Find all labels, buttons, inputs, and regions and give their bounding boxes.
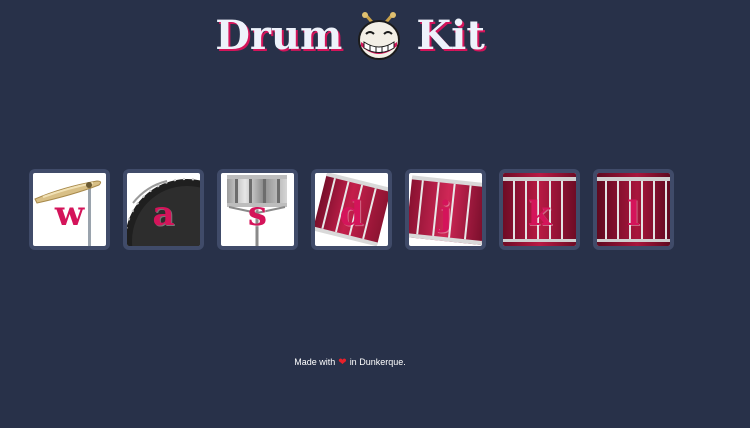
drum-key-j[interactable]: j <box>405 169 486 250</box>
drum-keys: w a s d j k l <box>29 169 679 250</box>
heart-icon: ❤ <box>338 357 347 368</box>
drum-key-d[interactable]: d <box>311 169 392 250</box>
key-letter-k: k <box>527 194 552 234</box>
key-letter-s: s <box>247 194 268 234</box>
key-letter-a: a <box>152 194 175 234</box>
title-word-drum: Drum <box>215 12 343 59</box>
drum-key-a[interactable]: a <box>123 169 204 250</box>
footer-prefix: Made with <box>294 357 336 367</box>
footer: Made with ❤ in Dunkerque. <box>0 357 700 368</box>
drum-key-k[interactable]: k <box>499 169 580 250</box>
drum-key-s[interactable]: s <box>217 169 298 250</box>
key-letter-w: w <box>54 194 85 234</box>
page-title: Drum Kit <box>0 10 700 62</box>
title-word-kit: Kit <box>416 12 485 59</box>
drum-face-icon <box>358 12 401 60</box>
drum-key-w[interactable]: w <box>29 169 110 250</box>
key-letter-l: l <box>627 194 640 234</box>
drum-key-l[interactable]: l <box>593 169 674 250</box>
key-letter-j: j <box>439 194 452 234</box>
footer-suffix: in Dunkerque. <box>349 357 406 367</box>
key-letter-d: d <box>339 194 364 234</box>
